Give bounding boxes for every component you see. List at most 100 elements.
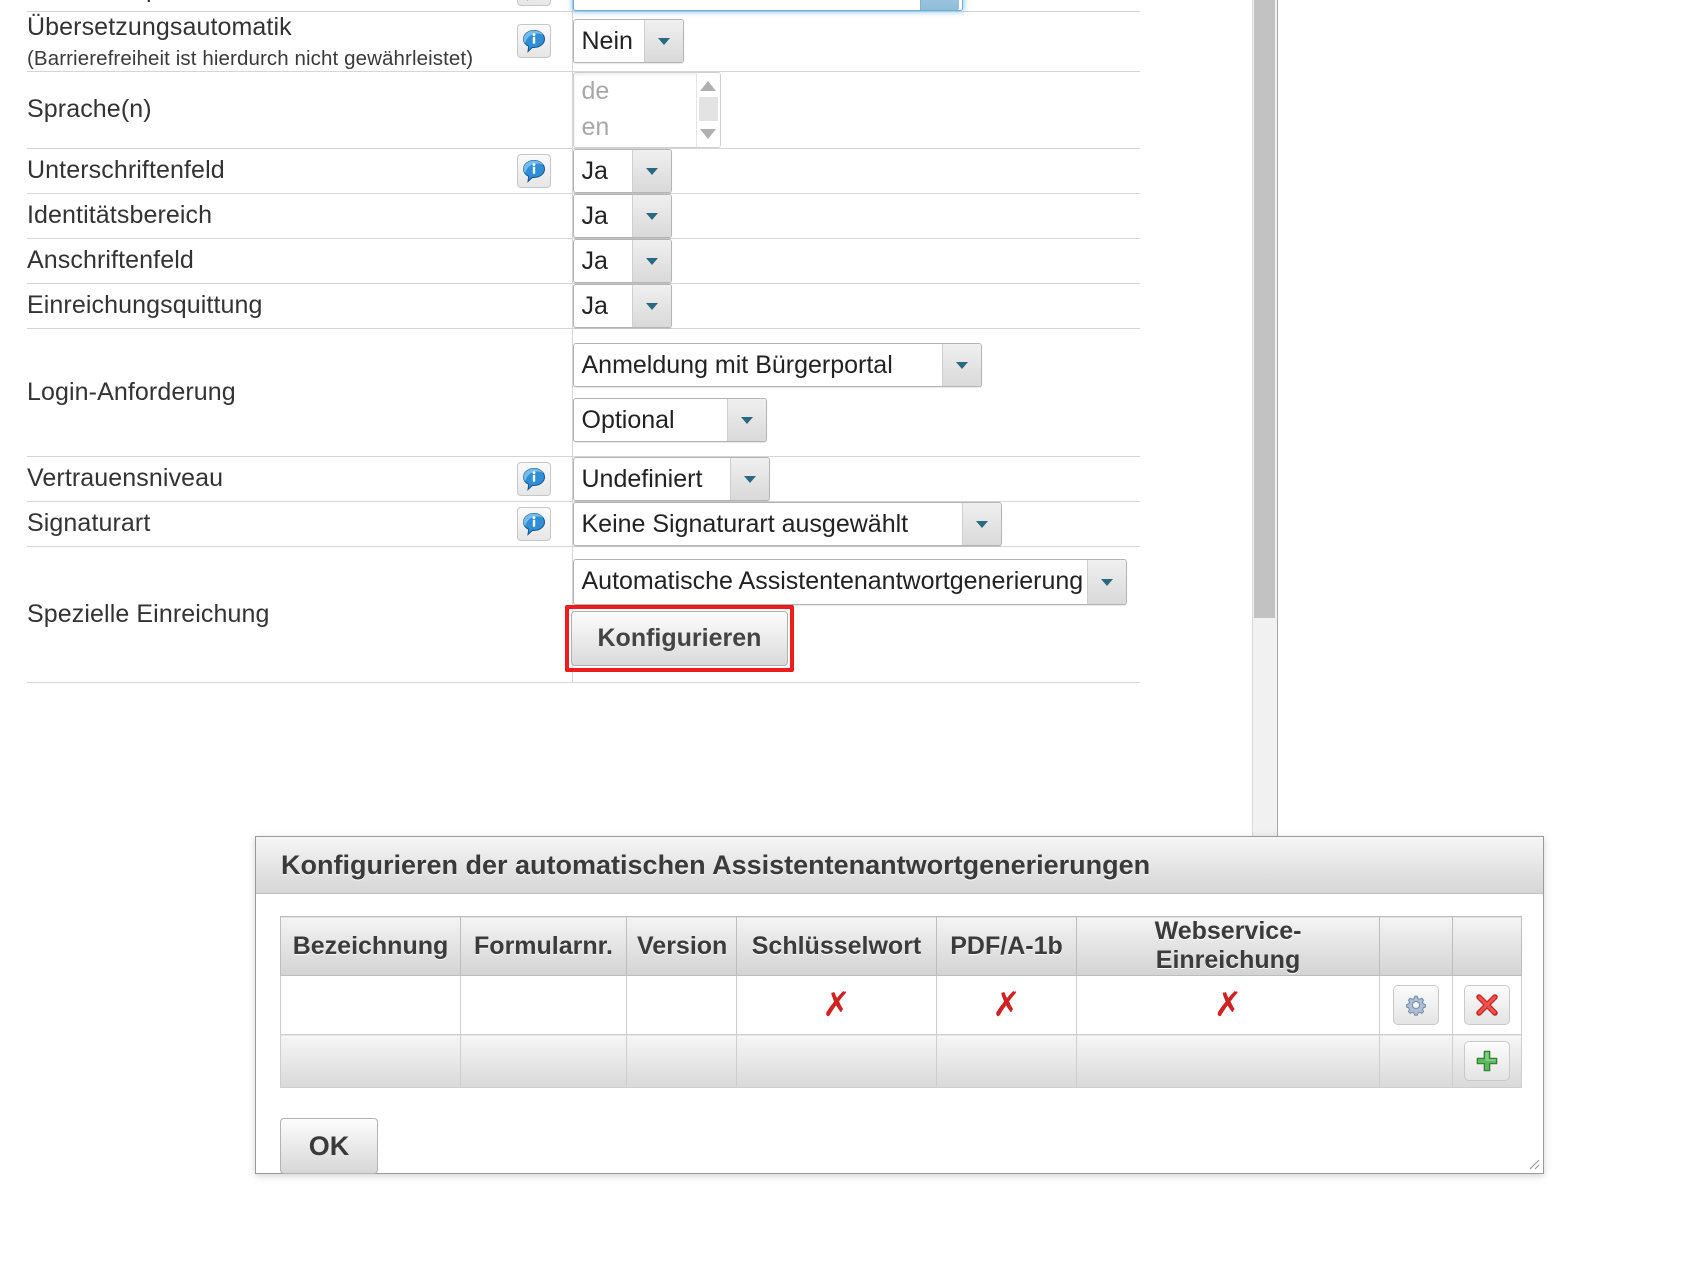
select-value: Ja: [581, 156, 608, 185]
konfigurieren-dialog: Konfigurieren der automatischen Assisten…: [255, 836, 1544, 1174]
x-mark-icon: ✗: [992, 985, 1021, 1025]
select-value: Ja: [581, 246, 608, 275]
cell-schluesselwort: ✗: [736, 975, 937, 1035]
column-header-bezeichnung: Bezeichnung: [280, 916, 461, 976]
form-row-anschriftenfeld: Anschriftenfeld Ja: [27, 237, 1140, 284]
row-label: Anschriftenfeld: [27, 237, 517, 284]
column-header-action-2: [1452, 916, 1522, 976]
scroll-down-arrow-icon[interactable]: [700, 128, 716, 139]
footer-cell-5: [936, 1034, 1077, 1088]
form-row-signaturart: Signaturart Keine Signaturart ausgewählt: [27, 500, 1140, 547]
select-uebersetzungsautomatik[interactable]: Nein: [572, 19, 684, 64]
info-bubble-icon[interactable]: [517, 153, 551, 188]
form-row-unterschriftenfeld: Unterschriftenfeld Ja: [27, 147, 1140, 194]
page-scrollbar[interactable]: [1252, 0, 1278, 840]
resize-grip-icon[interactable]: [1526, 1156, 1540, 1170]
select-value: Nein: [581, 27, 633, 56]
column-header-pdfa1b: PDF/A-1b: [936, 916, 1077, 976]
page-scrollbar-thumb[interactable]: [1254, 0, 1275, 618]
chevron-down-icon[interactable]: [726, 398, 766, 441]
column-header-schluesselwort: Schlüsselwort: [736, 916, 937, 976]
add-icon[interactable]: [1464, 1041, 1510, 1081]
select-spezielle-einreichung[interactable]: Automatische Assistentenantwortgenerieru…: [572, 558, 1127, 605]
chevron-down-icon[interactable]: [631, 149, 671, 192]
footer-cell-3: [626, 1034, 737, 1088]
form-row-login-anforderung: Login-Anforderung Anmeldung mit Bürgerpo…: [27, 327, 1140, 457]
row-label: Vertrauensniveau: [27, 455, 517, 502]
chevron-down-icon[interactable]: [729, 457, 769, 500]
select-signaturart[interactable]: Keine Signaturart ausgewählt: [572, 501, 1002, 546]
scrollbar-thumb[interactable]: [698, 96, 718, 121]
row-label: Unterschriftenfeld: [27, 147, 517, 194]
column-header-formularnr: Formularnr.: [460, 916, 627, 976]
row-label: Signaturart: [27, 500, 517, 547]
footer-cell-2: [460, 1034, 627, 1088]
form-row-zwischenspeichern: Zwischenspeichern Herunterladen: [27, 0, 1140, 12]
chevron-down-icon[interactable]: [941, 343, 981, 386]
select-value: Ja: [581, 201, 608, 230]
select-unterschriftenfeld[interactable]: Ja: [572, 148, 672, 193]
form-row-einreichungsquittung: Einreichungsquittung Ja: [27, 282, 1140, 329]
row-sublabel: (Barrierefreiheit ist hierdurch nicht ge…: [27, 46, 474, 70]
info-bubble-icon[interactable]: [517, 24, 551, 59]
column-header-version: Version: [626, 916, 737, 976]
footer-cell-4: [736, 1034, 937, 1088]
form-row-spezielle-einreichung: Spezielle Einreichung Automatische Assis…: [27, 545, 1140, 683]
table-header-row: Bezeichnung Formularnr. Version Schlüsse…: [280, 916, 1522, 976]
row-label: Einreichungsquittung: [27, 282, 517, 329]
assistentenantwort-table: Bezeichnung Formularnr. Version Schlüsse…: [280, 916, 1522, 1088]
gear-icon[interactable]: [1393, 985, 1439, 1025]
select-value: Undefiniert: [581, 464, 703, 493]
row-label: Sprache(n): [27, 70, 517, 149]
row-label: Übersetzungsautomatik: [27, 13, 292, 41]
column-header-webservice-einreichung: Webservice-Einreichung: [1076, 916, 1380, 976]
listbox-sprachen[interactable]: de en: [572, 71, 721, 148]
chevron-down-icon[interactable]: [631, 239, 671, 282]
cell-action-edit: [1379, 975, 1453, 1035]
form-row-uebersetzungsautomatik: Übersetzungsautomatik (Barrierefreiheit …: [27, 11, 1140, 72]
select-einreichungsquittung[interactable]: Ja: [572, 283, 672, 328]
select-value: Ja: [581, 291, 608, 320]
footer-cell-7: [1379, 1034, 1453, 1088]
cell-pdfa1b: ✗: [936, 975, 1077, 1035]
cell-action-delete: [1452, 975, 1522, 1035]
chevron-down-icon[interactable]: [919, 0, 959, 10]
settings-form-table: Zwischenspeichern Herunterladen Übersetz…: [27, 0, 1140, 683]
delete-icon[interactable]: [1464, 985, 1510, 1025]
info-bubble-icon[interactable]: [517, 461, 551, 496]
x-mark-icon: ✗: [1213, 985, 1243, 1025]
row-label: Identitätsbereich: [27, 192, 517, 239]
select-login-art[interactable]: Anmeldung mit Bürgerportal: [572, 342, 982, 387]
chevron-down-icon[interactable]: [631, 194, 671, 237]
select-zwischenspeichern[interactable]: Herunterladen: [572, 0, 963, 11]
form-row-identitaetsbereich: Identitätsbereich Ja: [27, 192, 1140, 239]
select-login-pflicht[interactable]: Optional: [572, 397, 767, 442]
chevron-down-icon[interactable]: [631, 284, 671, 327]
table-footer-row: [280, 1034, 1522, 1088]
select-value: Keine Signaturart ausgewählt: [581, 509, 909, 538]
listbox-scrollbar[interactable]: [695, 72, 720, 147]
cell-webservice: ✗: [1076, 975, 1380, 1035]
footer-cell-add: [1452, 1034, 1522, 1088]
row-label: Zwischenspeichern: [27, 0, 517, 12]
dialog-title: Konfigurieren der automatischen Assisten…: [256, 837, 1543, 894]
cell-bezeichnung[interactable]: [280, 975, 461, 1035]
select-value: Anmeldung mit Bürgerportal: [581, 350, 893, 379]
info-bubble-icon[interactable]: [517, 506, 551, 541]
cell-version[interactable]: [626, 975, 737, 1035]
select-vertrauensniveau[interactable]: Undefiniert: [572, 456, 770, 501]
chevron-down-icon[interactable]: [961, 502, 1001, 545]
scroll-up-arrow-icon[interactable]: [700, 80, 716, 91]
ok-button[interactable]: OK: [280, 1118, 378, 1174]
select-value: Automatische Assistentenantwortgenerieru…: [581, 566, 1084, 595]
konfigurieren-button[interactable]: Konfigurieren: [570, 610, 789, 666]
select-identitaetsbereich[interactable]: Ja: [572, 193, 672, 238]
row-label: Login-Anforderung: [27, 327, 517, 457]
select-anschriftenfeld[interactable]: Ja: [572, 238, 672, 283]
info-bubble-icon[interactable]: [517, 0, 551, 6]
footer-cell-1: [280, 1034, 461, 1088]
chevron-down-icon[interactable]: [1086, 559, 1126, 604]
footer-cell-6: [1076, 1034, 1380, 1088]
chevron-down-icon[interactable]: [643, 20, 683, 63]
cell-formularnr[interactable]: [460, 975, 627, 1035]
